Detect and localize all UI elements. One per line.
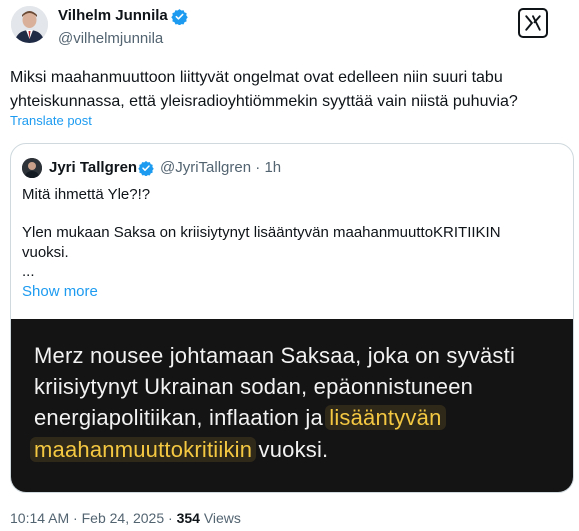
caption-text: energiapolitiikan, inflaation ja (34, 405, 330, 430)
separator-dot: · (255, 159, 261, 176)
image-caption-line: energiapolitiikan, inflaation ja lisäänt… (34, 403, 446, 433)
quoted-tweet-ellipsis: ... (22, 263, 35, 280)
show-more-link[interactable]: Show more (22, 283, 98, 300)
tweet-text: Miksi maahanmuuttoon liittyvät ongelmat … (10, 66, 575, 114)
quoted-author-handle[interactable]: @JyriTallgren (160, 159, 251, 176)
tweet-header: Vilhelm Junnila @vilhelmjunnila (0, 0, 579, 56)
x-logo-icon[interactable] (518, 8, 548, 38)
quoted-tweet-meta: @JyriTallgren · 1h (160, 159, 281, 176)
quoted-tweet-time[interactable]: 1h (264, 159, 281, 176)
verified-badge-icon (138, 160, 154, 177)
quoted-tweet-card[interactable]: Jyri Tallgren @JyriTallgren · 1h Mitä ih… (10, 143, 574, 493)
separator-dot: · (73, 510, 78, 526)
quoted-tweet-text-line: Mitä ihmettä Yle?!? (22, 186, 151, 203)
quoted-tweet-text-line: Ylen mukaan Saksa on kriisiytynyt lisään… (22, 224, 501, 241)
tweet-text-line: yhteiskunnassa, että yleisradioyhtiömmek… (10, 93, 518, 110)
tweet-date[interactable]: Feb 24, 2025 (82, 510, 165, 526)
caption-highlight: maahanmuuttokritiikin (30, 437, 257, 462)
image-caption-line: maahanmuuttokritiikin vuoksi. (30, 435, 329, 465)
views-count: 354 (176, 510, 200, 526)
translate-post-link[interactable]: Translate post (10, 113, 92, 128)
views-label: Views (203, 510, 241, 526)
tweet-time[interactable]: 10:14 AM (10, 510, 69, 526)
image-caption-line: kriisiytynyt Ukrainan sodan, epäonnistun… (34, 374, 474, 399)
image-caption-line: Merz nousee johtamaan Saksaa, joka on sy… (34, 343, 516, 368)
author-name[interactable]: Vilhelm Junnila (58, 7, 168, 24)
quoted-author-name[interactable]: Jyri Tallgren (49, 159, 137, 176)
caption-highlight: lisääntyvän (325, 405, 446, 430)
tweet-text-line: Miksi maahanmuuttoon liittyvät ongelmat … (10, 69, 503, 86)
quoted-tweet-text-line: vuoksi. (22, 244, 69, 261)
quoted-tweet-image[interactable]: Merz nousee johtamaan Saksaa, joka on sy… (11, 319, 573, 492)
author-handle[interactable]: @vilhelmjunnila (58, 30, 163, 47)
caption-text: vuoksi. (252, 437, 329, 462)
author-avatar[interactable] (11, 6, 48, 43)
verified-badge-icon (171, 8, 188, 26)
quoted-author-avatar[interactable] (22, 158, 42, 178)
tweet-footer: 10:14 AM · Feb 24, 2025 · 354 Views (10, 510, 241, 526)
separator-dot: · (168, 510, 173, 526)
